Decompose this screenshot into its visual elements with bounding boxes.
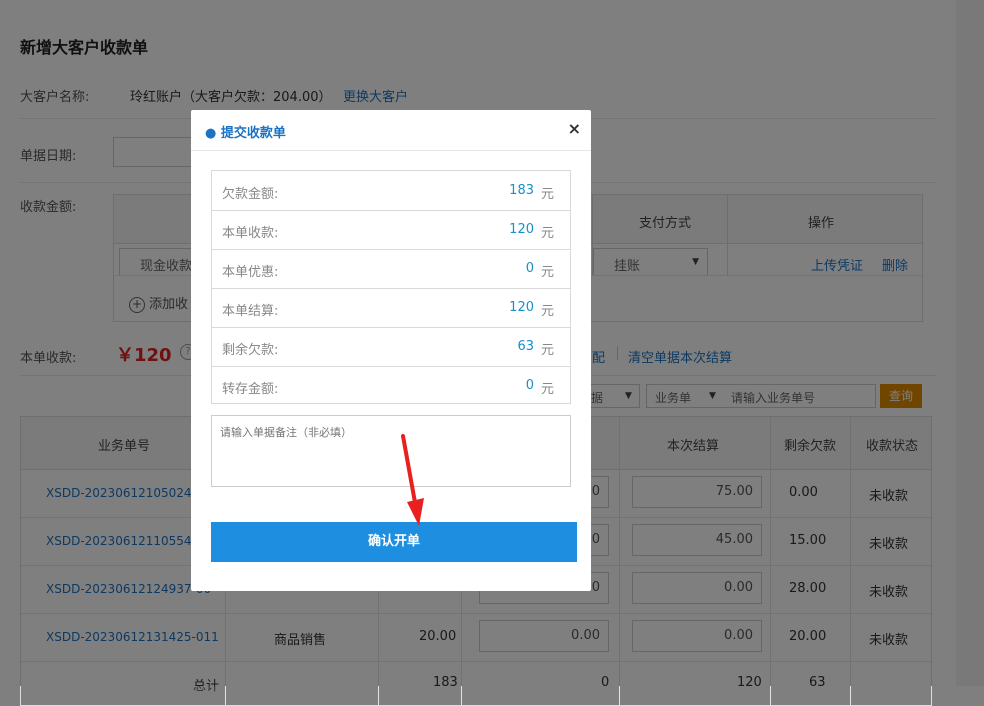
summary-value: 120 (509, 300, 534, 315)
confirm-submit-button[interactable]: 确认开单 (211, 522, 577, 562)
summary-label: 欠款金额: (222, 187, 279, 202)
submit-receipt-dialog: ● 提交收款单 × 欠款金额: 183 元 本单收款: 120 元 本单优惠: … (191, 110, 591, 591)
summary-unit: 元 (540, 343, 554, 358)
summary-label: 本单优惠: (222, 265, 279, 280)
summary-label: 剩余欠款: (222, 343, 279, 358)
summary-value: 120 (509, 222, 534, 237)
summary-row: 剩余欠款: 63 元 (212, 327, 570, 367)
summary-label: 本单结算: (222, 304, 279, 319)
summary-row: 本单优惠: 0 元 (212, 249, 570, 289)
summary-row: 欠款金额: 183 元 (212, 171, 570, 211)
summary-table: 欠款金额: 183 元 本单收款: 120 元 本单优惠: 0 元 本单结算: … (211, 170, 571, 404)
summary-unit: 元 (540, 382, 554, 397)
summary-unit: 元 (540, 226, 554, 241)
summary-row: 本单收款: 120 元 (212, 210, 570, 250)
summary-label: 转存金额: (222, 382, 279, 397)
dialog-header: ● 提交收款单 × (191, 110, 591, 151)
summary-label: 本单收款: (222, 226, 279, 241)
summary-value: 0 (525, 378, 534, 393)
summary-row: 转存金额: 0 元 (212, 366, 570, 405)
dialog-title: ● 提交收款单 (205, 126, 286, 141)
summary-unit: 元 (540, 304, 554, 319)
summary-row: 本单结算: 120 元 (212, 288, 570, 328)
red-arrow-annotation (401, 434, 424, 526)
summary-value: 0 (525, 261, 534, 276)
remark-textarea[interactable] (211, 415, 571, 487)
summary-unit: 元 (540, 265, 554, 280)
close-icon[interactable]: × (568, 119, 581, 138)
summary-value: 183 (509, 183, 534, 198)
summary-unit: 元 (540, 187, 554, 202)
summary-value: 63 (517, 339, 534, 354)
